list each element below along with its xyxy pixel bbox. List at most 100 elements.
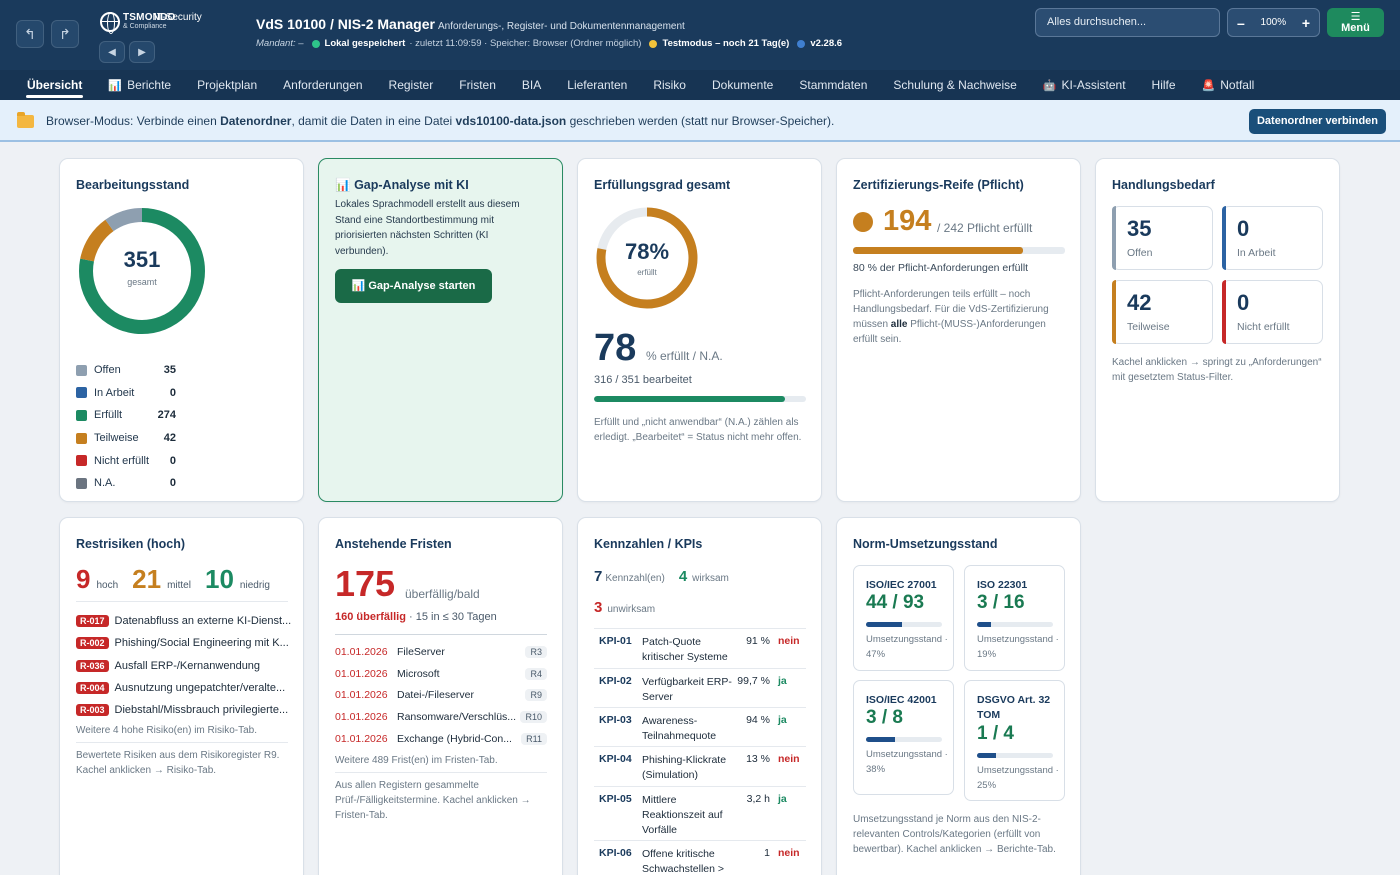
certification-card[interactable]: Zertifizierungs-Reife (Pflicht) 194 / 24… [836,158,1081,502]
tile-label: Teilweise [1127,321,1170,333]
risk-row[interactable]: R-002 Phishing/Social Engineering mit K..… [76,635,289,651]
tile-open[interactable]: 35 Offen [1112,206,1213,270]
risk-high-label: hoch [96,580,119,591]
card-title: Erfüllungsgrad gesamt [594,178,731,192]
tile-partial[interactable]: 42 Teilweise [1112,280,1213,344]
kpi-row[interactable]: KPI-04 Phishing-Klickrate (Simulation) 13 … [594,746,806,786]
kpi-row[interactable]: KPI-02 Verfügbarkeit ERP-Server 99,7 % ja [594,668,806,707]
tab-anforderungen[interactable]: Anforderungen [270,70,375,100]
tab-stammdaten[interactable]: Stammdaten [786,70,880,100]
deadline-date: 01.01.2026 [335,646,388,658]
tab-ki-assistent[interactable]: 🤖 KI-Assistent [1030,70,1139,100]
maturity-value: 194 [883,205,932,237]
tile-not-fulfilled[interactable]: 0 Nicht erfüllt [1222,280,1323,344]
card-title: Norm-Umsetzungsstand [853,537,998,551]
connect-folder-button[interactable]: Datenordner verbinden [1249,109,1386,134]
fulfillment-processed: 316 / 351 bearbeitet [594,374,692,386]
norm-value: 1 / 4 [977,723,1014,744]
kpi-row[interactable]: KPI-06 Offene kritische Schwachstellen > 1… [594,840,806,875]
deadline-name: Ransomware/Verschlüs... [397,711,517,724]
risk-text: Ausnutzung ungepatchter/veralte... [114,681,286,694]
status-total-label: gesamt [127,277,157,287]
norm-tile[interactable]: ISO 22301 3 / 16 Umsetzungsstand · 19% [964,565,1065,671]
tab-übersicht[interactable]: Übersicht [14,70,95,100]
legend-swatch [76,432,87,444]
kpi-row[interactable]: KPI-05 Mittlere Reaktionszeit auf Vorfäll… [594,786,806,840]
history-forward-icon[interactable]: ▶ [129,41,155,63]
risk-note: Bewertete Risiken aus dem Risikoregister… [76,750,280,776]
tab-bia[interactable]: BIA [509,70,554,100]
redo-icon[interactable]: ↱ [51,20,79,48]
kpi-effective-count: 4 [678,568,688,585]
kpi-row[interactable]: KPI-03 Awareness-Teilnahmequote 94 % ja [594,707,806,746]
app-subtitle: Anforderungs-, Register- und Dokumentenm… [438,21,685,32]
menu-button[interactable]: ☰ Menü [1327,8,1384,37]
deadline-row[interactable]: 01.01.2026 Ransomware/Verschlüs... R10 [335,708,547,726]
tab-lieferanten[interactable]: Lieferanten [554,70,640,100]
gap-analysis-start-button[interactable]: 📊 Gap-Analyse starten [335,269,492,303]
deadlines-more: Weitere 489 Frist(en) im Fristen-Tab. [335,755,498,766]
tab-dokumente[interactable]: Dokumente [699,70,786,100]
risk-low-count: 10 [204,564,234,594]
status-card[interactable]: Bearbeitungsstand 351 gesamt Offen 35 In A… [59,158,304,502]
norm-card[interactable]: Norm-Umsetzungsstand ISO/IEC 27001 44 / 9… [836,517,1081,875]
action-needed-card: Handlungsbedarf 35 Offen 0 In Arbeit 42 … [1095,158,1340,502]
tab-projektplan[interactable]: Projektplan [184,70,270,100]
kpi-status: ja [778,793,787,805]
tab-berichte[interactable]: 📊 Berichte [95,70,184,100]
kpi-row[interactable]: KPI-01 Patch-Quote kritischer Systeme 91 %… [594,628,806,668]
kpi-status: ja [778,714,787,726]
maturity-progress-bar [853,247,1065,254]
risk-id-badge: R-004 [76,681,109,694]
deadline-row[interactable]: 01.01.2026 Exchange (Hybrid-Con... R11 [335,730,547,748]
deadlines-card[interactable]: Anstehende Fristen 175 überfällig/bald 1… [318,517,563,875]
tab-fristen[interactable]: Fristen [446,70,509,100]
tab-risiko[interactable]: Risiko [640,70,699,100]
risk-row[interactable]: R-004 Ausnutzung ungepatchter/veralte... [76,680,285,696]
card-title: Zertifizierungs-Reife (Pflicht) [853,178,1024,192]
legend-label: Teilweise [94,432,139,445]
tab-schulung-nachweise[interactable]: Schulung & Nachweise [880,70,1029,100]
norm-value: 3 / 16 [977,592,1025,613]
search-input[interactable]: Alles durchsuchen... [1035,8,1220,37]
norm-tile[interactable]: ISO/IEC 42001 3 / 8 Umsetzungsstand · 38% [853,680,954,795]
tab-hilfe[interactable]: Hilfe [1139,70,1189,100]
tile-in-progress[interactable]: 0 In Arbeit [1222,206,1323,270]
deadline-row[interactable]: 01.01.2026 Microsoft R4 [335,665,547,683]
deadlines-overdue: 160 überfällig [335,611,406,623]
legend-value: 274 [157,409,176,422]
undo-icon[interactable]: ↰ [16,20,44,48]
deadline-row[interactable]: 01.01.2026 FileServer R3 [335,643,547,661]
norm-tile[interactable]: ISO/IEC 27001 44 / 93 Umsetzungsstand · 47… [853,565,954,671]
risk-row[interactable]: R-003 Diebstahl/Missbrauch privilegierte.… [76,702,288,718]
last-saved: · zuletzt 11:09:59 · Speicher: Browser (… [409,38,642,49]
norm-progress-bar [866,737,942,742]
kpi-card[interactable]: Kennzahlen / KPIs 7 Kennzahl(en) 4 wirks… [577,517,822,875]
zoom-control: – 100% + [1227,8,1320,37]
mandant-label: Mandant: – [256,38,304,49]
zoom-out-button[interactable]: – [1237,15,1245,31]
deadline-date: 01.01.2026 [335,711,388,724]
deadline-row[interactable]: 01.01.2026 Datei-/Fileserver R9 [335,686,547,704]
residual-risks-card[interactable]: Restrisiken (hoch) 9 hoch 21 mittel 10 n… [59,517,304,875]
kpi-effective-label: wirksam [692,573,729,584]
tile-label: In Arbeit [1237,247,1276,259]
deadline-name: Microsoft [397,667,440,680]
legend-value: 0 [169,477,176,490]
tile-value: 0 [1237,216,1250,241]
kpi-name: Verfügbarkeit ERP-Server [642,676,732,703]
tile-edge [1222,206,1226,270]
deadlines-count: 175 [335,563,396,604]
tab-label: Schulung & Nachweise [893,78,1017,92]
risk-row[interactable]: R-036 Ausfall ERP-/Kernanwendung [76,658,260,674]
zoom-in-button[interactable]: + [1302,15,1310,31]
gap-description: Lokales Sprachmodell erstellt aus diesem… [335,199,520,257]
fulfillment-card[interactable]: Erfüllungsgrad gesamt 78% erfüllt 78 % e… [577,158,822,502]
deadline-register-badge: R9 [525,689,547,702]
tab-register[interactable]: Register [376,70,447,100]
tab-notfall[interactable]: 🚨 Notfall [1189,70,1268,100]
norm-tile[interactable]: DSGVO Art. 32 TOM 1 / 4 Umsetzungsstand · … [964,680,1065,801]
risk-row[interactable]: R-017 Datenabfluss an externe KI-Dienst..… [76,613,291,629]
history-back-icon[interactable]: ◀ [99,41,125,63]
kpi-id: KPI-04 [599,753,632,765]
